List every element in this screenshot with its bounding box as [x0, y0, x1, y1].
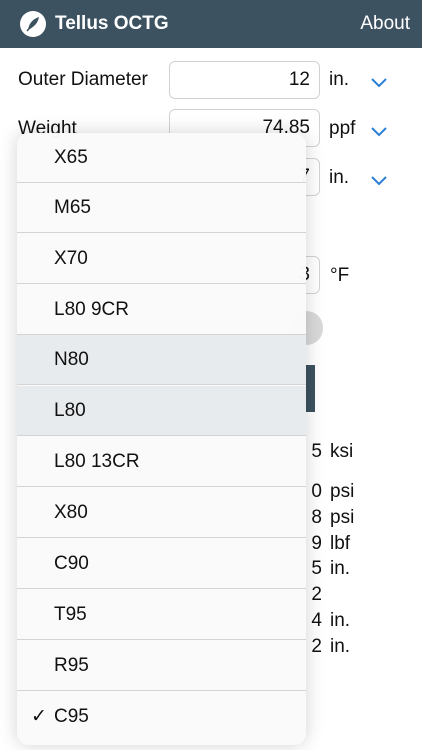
dropdown-option-m65[interactable]: M65	[17, 183, 306, 233]
dropdown-option-x65[interactable]: X65	[17, 133, 306, 183]
temperature-unit: °F	[330, 265, 350, 286]
third-field-unit: in.	[329, 167, 350, 188]
weight-unit-chevron-down-icon[interactable]	[371, 127, 387, 137]
dropdown-option-x70[interactable]: X70	[17, 234, 306, 284]
dropdown-option-x80[interactable]: X80	[17, 488, 306, 538]
dropdown-option-l80-9cr[interactable]: L80 9CR	[17, 285, 306, 335]
dropdown-option-l80[interactable]: L80	[17, 386, 306, 436]
dropdown-option-c95[interactable]: ✓ C95	[17, 692, 306, 742]
outer-diameter-unit-chevron-down-icon[interactable]	[371, 78, 387, 88]
result-unit: in.	[330, 636, 351, 657]
result-unit: ksi	[330, 441, 354, 462]
outer-diameter-label: Outer Diameter	[18, 69, 148, 90]
dropdown-option-n80[interactable]: N80	[17, 335, 306, 385]
outer-diameter-input[interactable]: 12	[169, 61, 320, 99]
calculate-button[interactable]	[306, 365, 315, 412]
dropdown-option-c90[interactable]: C90	[17, 539, 306, 589]
app-logo-icon	[20, 11, 46, 37]
third-field-chevron-down-icon[interactable]	[371, 176, 387, 186]
weight-unit: ppf	[329, 118, 356, 139]
result-unit: lbf	[330, 533, 351, 554]
dropdown-option-r95[interactable]: R95	[17, 641, 306, 691]
result-unit: psi	[330, 481, 355, 502]
outer-diameter-unit: in.	[329, 69, 350, 90]
result-unit: in.	[330, 558, 351, 579]
result-unit: in.	[330, 610, 351, 631]
app-title: Tellus OCTG	[55, 13, 169, 34]
checkmark-icon: ✓	[31, 706, 47, 727]
grade-dropdown-menu: X65 M65 X70 L80 9CR N80 L80 L80 13CR X80…	[17, 133, 306, 745]
dropdown-option-t95[interactable]: T95	[17, 590, 306, 640]
dropdown-option-l80-13cr[interactable]: L80 13CR	[17, 437, 306, 487]
result-unit: psi	[330, 507, 355, 528]
app-header: Tellus OCTG About	[0, 0, 422, 48]
about-button[interactable]: About	[360, 13, 410, 35]
